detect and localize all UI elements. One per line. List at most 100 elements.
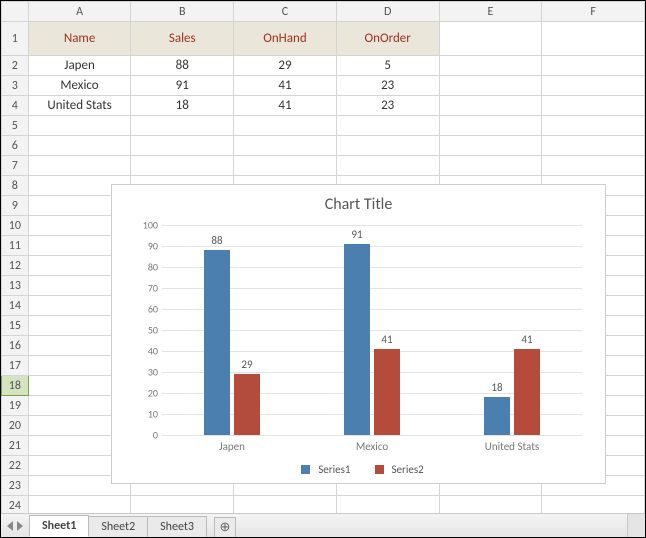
sheet-tab[interactable]: Sheet1 <box>29 515 89 537</box>
cell[interactable] <box>439 56 542 76</box>
cell[interactable]: 23 <box>336 76 439 96</box>
cell[interactable] <box>439 76 542 96</box>
column-header[interactable]: D <box>336 2 439 22</box>
row-header[interactable]: 10 <box>2 216 29 236</box>
cell[interactable]: 91 <box>131 76 234 96</box>
cell[interactable]: 41 <box>234 96 337 116</box>
cell[interactable] <box>336 156 439 176</box>
cell[interactable] <box>234 156 337 176</box>
cell[interactable] <box>439 96 542 116</box>
cell[interactable] <box>336 496 439 514</box>
legend-swatch <box>301 465 310 474</box>
cell[interactable] <box>542 56 645 76</box>
bar: 29 <box>234 374 260 435</box>
row-header[interactable]: 21 <box>2 436 29 456</box>
cell[interactable]: Mexico <box>28 76 131 96</box>
cell[interactable]: Name <box>28 22 131 56</box>
cell[interactable] <box>542 116 645 136</box>
y-tick-label: 100 <box>132 219 158 232</box>
bar-value-label: 88 <box>204 234 230 247</box>
row-header[interactable]: 8 <box>2 176 29 196</box>
cell[interactable] <box>234 116 337 136</box>
row-header[interactable]: 3 <box>2 76 29 96</box>
cell[interactable]: 5 <box>336 56 439 76</box>
row-header[interactable]: 7 <box>2 156 29 176</box>
cell[interactable] <box>131 116 234 136</box>
cell[interactable] <box>542 496 645 514</box>
tab-nav-buttons[interactable] <box>1 514 29 537</box>
tab-nav-prev-icon[interactable] <box>7 521 13 531</box>
row-header[interactable]: 12 <box>2 256 29 276</box>
row-header[interactable]: 6 <box>2 136 29 156</box>
row-header[interactable]: 2 <box>2 56 29 76</box>
row-header[interactable]: 11 <box>2 236 29 256</box>
cell[interactable]: OnOrder <box>336 22 439 56</box>
sheet-tab[interactable]: Sheet2 <box>88 516 148 537</box>
cell[interactable] <box>336 136 439 156</box>
bar: 88 <box>204 250 230 435</box>
cell[interactable] <box>542 96 645 116</box>
row-header[interactable]: 13 <box>2 276 29 296</box>
row-header[interactable]: 4 <box>2 96 29 116</box>
row-header[interactable]: 16 <box>2 336 29 356</box>
legend-item: Series2 <box>367 463 424 476</box>
column-header[interactable]: B <box>131 2 234 22</box>
cell[interactable] <box>542 22 645 56</box>
cell[interactable] <box>28 496 131 514</box>
cell[interactable] <box>439 156 542 176</box>
cell[interactable]: OnHand <box>234 22 337 56</box>
cell[interactable]: Japen <box>28 56 131 76</box>
cell[interactable] <box>28 156 131 176</box>
sheet-tab[interactable]: Sheet3 <box>147 516 207 537</box>
tab-nav-next-icon[interactable] <box>17 521 23 531</box>
cell[interactable] <box>439 136 542 156</box>
column-header[interactable]: C <box>234 2 337 22</box>
row-header[interactable]: 14 <box>2 296 29 316</box>
row-header[interactable]: 24 <box>2 496 29 514</box>
row-header[interactable]: 17 <box>2 356 29 376</box>
cell[interactable] <box>542 156 645 176</box>
cell[interactable] <box>439 116 542 136</box>
spreadsheet-grid[interactable]: ABCDEF1NameSalesOnHandOnOrder2Japen88295… <box>1 1 645 513</box>
bar-value-label: 18 <box>484 381 510 394</box>
cell[interactable] <box>336 116 439 136</box>
row-header[interactable]: 5 <box>2 116 29 136</box>
row-header[interactable]: 18 <box>2 376 29 396</box>
bar-value-label: 29 <box>234 358 260 371</box>
cell[interactable] <box>28 136 131 156</box>
horizontal-scrollbar[interactable] <box>627 514 645 537</box>
row-header[interactable]: 19 <box>2 396 29 416</box>
cell[interactable] <box>542 136 645 156</box>
select-all-cell[interactable] <box>2 2 29 22</box>
cell[interactable] <box>234 136 337 156</box>
sheet-tab-bar: Sheet1Sheet2Sheet3 ⊕ <box>1 513 645 537</box>
column-header[interactable]: F <box>542 2 645 22</box>
cell[interactable] <box>131 496 234 514</box>
row-header[interactable]: 23 <box>2 476 29 496</box>
row-header[interactable]: 9 <box>2 196 29 216</box>
cell[interactable]: 29 <box>234 56 337 76</box>
cell[interactable]: 23 <box>336 96 439 116</box>
cell[interactable]: 88 <box>131 56 234 76</box>
cell[interactable] <box>439 496 542 514</box>
legend-item: Series1 <box>293 463 350 476</box>
embedded-chart[interactable]: Chart Title 01020304050607080901008829Ja… <box>111 184 606 484</box>
column-header[interactable]: E <box>439 2 542 22</box>
cell[interactable] <box>439 22 542 56</box>
row-header[interactable]: 15 <box>2 316 29 336</box>
cell[interactable]: United Stats <box>28 96 131 116</box>
cell[interactable] <box>28 116 131 136</box>
cell[interactable] <box>234 496 337 514</box>
chart-title: Chart Title <box>112 195 605 214</box>
cell[interactable] <box>131 136 234 156</box>
cell[interactable] <box>542 76 645 96</box>
row-header[interactable]: 22 <box>2 456 29 476</box>
row-header[interactable]: 20 <box>2 416 29 436</box>
row-header[interactable]: 1 <box>2 22 29 56</box>
cell[interactable]: 18 <box>131 96 234 116</box>
cell[interactable]: Sales <box>131 22 234 56</box>
cell[interactable] <box>131 156 234 176</box>
add-sheet-button[interactable]: ⊕ <box>214 517 236 537</box>
cell[interactable]: 41 <box>234 76 337 96</box>
column-header[interactable]: A <box>28 2 131 22</box>
